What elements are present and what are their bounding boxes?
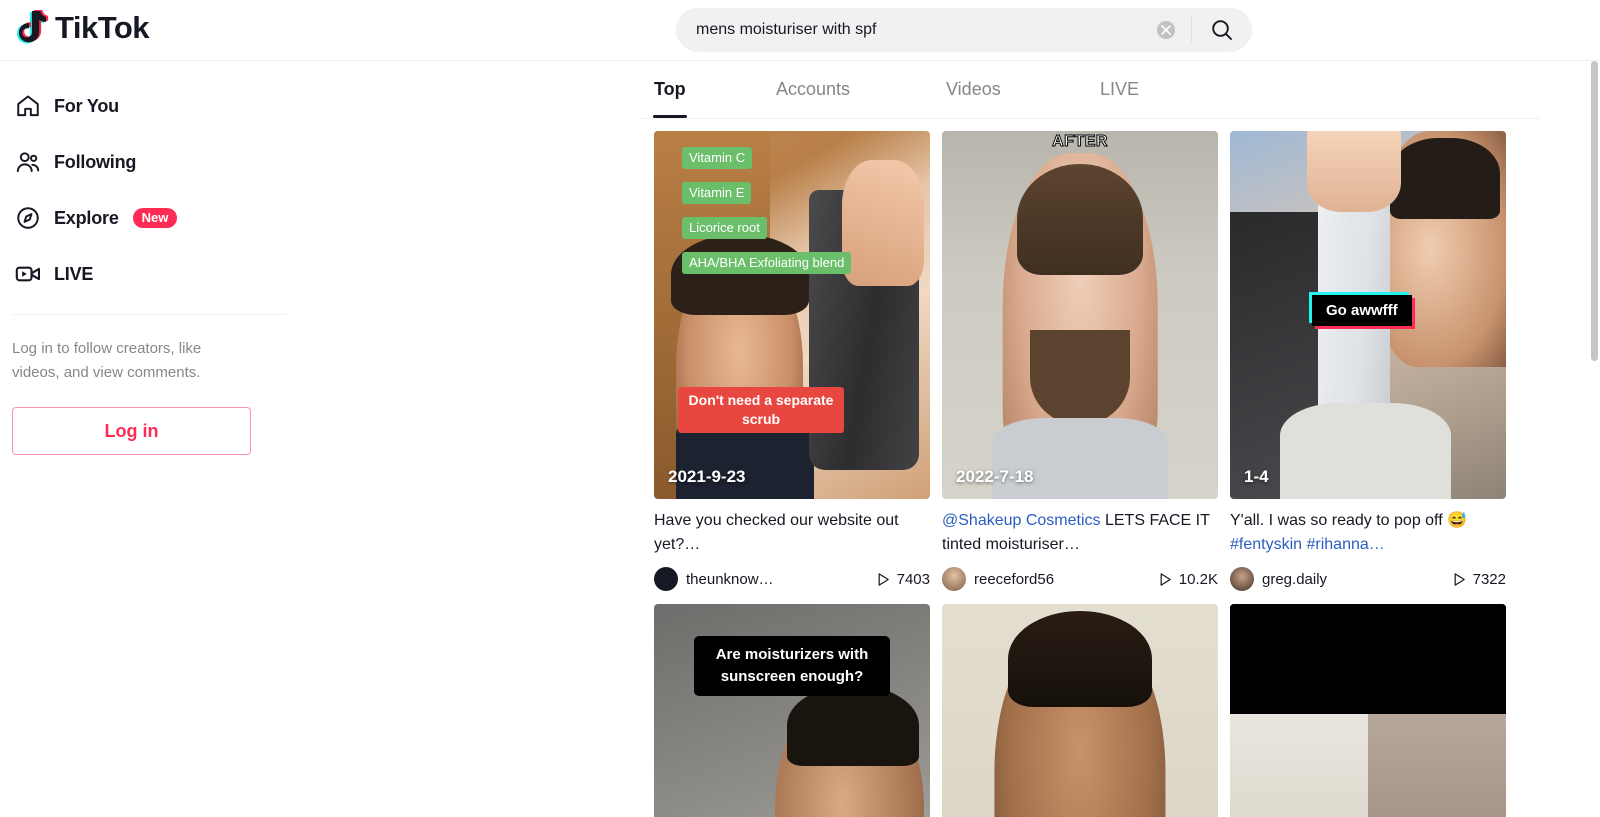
tab-live[interactable]: LIVE	[1100, 61, 1139, 118]
view-count: 7322	[1472, 570, 1506, 588]
overlay-tag: AHA/BHA Exfoliating blend	[682, 252, 852, 274]
video-thumbnail[interactable]	[1230, 604, 1506, 817]
search-icon	[1212, 20, 1232, 40]
search-bar	[676, 8, 1252, 52]
view-count: 7403	[896, 570, 930, 588]
video-username[interactable]: greg.daily	[1262, 571, 1422, 588]
video-card[interactable]	[1230, 604, 1506, 817]
play-icon	[878, 572, 889, 586]
sidebar-item-label: Following	[54, 151, 137, 172]
page-scrollbar[interactable]	[1591, 61, 1598, 361]
video-caption: @Shakeup Cosmetics LETS FACE IT tinted m…	[942, 509, 1218, 557]
tab-accounts[interactable]: Accounts	[776, 61, 850, 118]
view-count: 10.2K	[1178, 570, 1218, 588]
video-thumbnail[interactable]	[942, 604, 1218, 817]
sidebar: For You Following Explore New LIVE Log i…	[0, 61, 300, 817]
login-prompt-text: Log in to follow creators, like videos, …	[12, 340, 202, 381]
search-button[interactable]	[1192, 8, 1252, 52]
overlay-caption-box: Are moisturizers with sunscreen enough?	[694, 636, 890, 696]
video-username[interactable]: theunknow…	[686, 571, 846, 588]
video-views: 7403	[876, 571, 930, 588]
avatar[interactable]	[654, 567, 678, 591]
live-video-icon	[12, 258, 44, 290]
video-thumbnail[interactable]: AFTER 2022-7-18	[942, 131, 1218, 499]
overlay-tag: Vitamin E	[682, 182, 752, 204]
video-card[interactable]	[942, 604, 1218, 817]
video-meta: reeceford56 10.2K	[942, 566, 1218, 592]
video-meta: greg.daily 7322	[1230, 566, 1506, 592]
overlay-note: Don't need a separate scrub	[678, 387, 844, 433]
caption-text: Y'all. I was so ready to pop off	[1230, 512, 1448, 529]
video-meta: theunknow… 7403	[654, 566, 930, 592]
new-badge: New	[132, 208, 178, 228]
caption-mention[interactable]: @Shakeup Cosmetics	[942, 512, 1101, 529]
video-views: 10.2K	[1158, 571, 1218, 588]
video-caption: Have you checked our website out yet?…	[654, 512, 899, 553]
video-views: 7322	[1452, 571, 1506, 588]
video-caption: Y'all. I was so ready to pop off 😅 #fent…	[1230, 509, 1506, 557]
tiktok-wordmark: TikTok	[55, 10, 150, 45]
sidebar-item-explore[interactable]: Explore New	[0, 190, 299, 246]
caption-hashtags[interactable]: #fentyskin #rihanna…	[1230, 536, 1385, 553]
people-icon	[12, 146, 44, 178]
overlay-tag: Licorice root	[682, 217, 767, 239]
sidebar-item-live[interactable]: LIVE	[0, 246, 299, 302]
play-icon	[1454, 572, 1465, 586]
sidebar-item-label: For You	[54, 95, 119, 116]
log-in-button[interactable]: Log in	[12, 407, 251, 455]
video-date: 2021-9-23	[668, 467, 746, 486]
tiktok-logo[interactable]: TikTok	[14, 8, 150, 48]
video-card[interactable]: Are moisturizers with sunscreen enough?	[654, 604, 930, 817]
video-thumbnail[interactable]: Vitamin C Vitamin E Licorice root AHA/BH…	[654, 131, 930, 499]
overlay-caption-box: Go awwfff	[1312, 295, 1412, 326]
sidebar-item-for-you[interactable]: For You	[0, 78, 299, 134]
video-username[interactable]: reeceford56	[974, 571, 1134, 588]
compass-icon	[12, 202, 44, 234]
avatar[interactable]	[942, 567, 966, 591]
top-navigation-bar: TikTok	[0, 0, 1600, 61]
sidebar-item-label: LIVE	[54, 263, 94, 284]
video-results-grid: Vitamin C Vitamin E Licorice root AHA/BH…	[640, 119, 1540, 817]
search-input[interactable]	[676, 8, 1157, 52]
tab-videos[interactable]: Videos	[946, 61, 1001, 118]
overlay-tag: Vitamin C	[682, 147, 753, 169]
home-icon	[12, 90, 44, 122]
video-date: 2022-7-18	[956, 467, 1034, 486]
tab-top[interactable]: Top	[654, 61, 686, 118]
video-thumbnail[interactable]: Are moisturizers with sunscreen enough?	[654, 604, 930, 817]
sidebar-item-label: Explore	[54, 207, 119, 228]
avatar[interactable]	[1230, 567, 1254, 591]
video-card[interactable]: AFTER 2022-7-18 @Shakeup Cosmetics LETS …	[942, 131, 1218, 592]
play-icon	[1160, 572, 1171, 586]
tiktok-note-icon	[14, 8, 50, 48]
tiktok-search-page: TikTok F	[0, 0, 1600, 817]
video-date: 1-4	[1244, 467, 1269, 486]
search-results-panel: Top Accounts Videos LIVE Vitamin C Vitam…	[640, 61, 1540, 817]
sidebar-item-following[interactable]: Following	[0, 134, 299, 190]
video-card[interactable]: Vitamin C Vitamin E Licorice root AHA/BH…	[654, 131, 930, 592]
overlay-label: AFTER	[1052, 133, 1108, 151]
video-thumbnail[interactable]: Go awwfff 1-4	[1230, 131, 1506, 499]
video-card[interactable]: Go awwfff 1-4 Y'all. I was so ready to p…	[1230, 131, 1506, 592]
caption-emoji: 😅	[1447, 512, 1468, 529]
clear-search-icon[interactable]	[1157, 21, 1175, 39]
result-tabs: Top Accounts Videos LIVE	[640, 61, 1540, 119]
